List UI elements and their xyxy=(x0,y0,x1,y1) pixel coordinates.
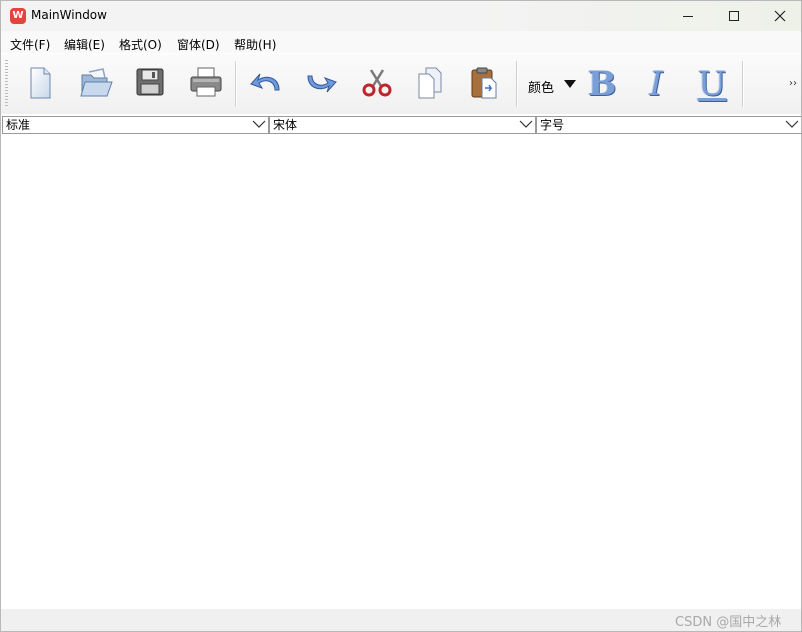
chevron-down-icon xyxy=(252,120,266,128)
close-button[interactable] xyxy=(757,1,801,31)
menu-window[interactable]: 窗体(D) xyxy=(177,36,220,53)
style-combobox[interactable]: 标准 xyxy=(2,116,269,134)
paste-icon xyxy=(471,67,497,99)
underline-button[interactable]: U xyxy=(692,62,732,106)
style-combobox-value: 标准 xyxy=(6,118,31,132)
title-bar[interactable]: W MainWindow xyxy=(1,1,801,31)
toolbar-separator xyxy=(235,61,237,107)
paste-button[interactable] xyxy=(463,60,507,106)
font-size-combobox[interactable]: 字号 xyxy=(536,116,801,134)
font-size-combobox-value: 字号 xyxy=(540,118,565,132)
italic-button[interactable]: I xyxy=(636,62,676,106)
open-folder-button[interactable] xyxy=(73,60,117,106)
close-icon xyxy=(774,10,786,22)
menu-edit[interactable]: 编辑(E) xyxy=(64,36,105,53)
new-file-icon xyxy=(30,67,51,99)
cut-button[interactable] xyxy=(353,60,397,106)
minimize-button[interactable] xyxy=(665,1,711,31)
redo-icon xyxy=(307,75,337,93)
new-file-button[interactable] xyxy=(18,60,62,106)
print-button[interactable] xyxy=(183,60,227,106)
save-disk-icon xyxy=(136,68,164,96)
toolbar-separator xyxy=(516,61,518,107)
chevron-down-icon xyxy=(785,120,799,128)
app-icon: W xyxy=(10,8,26,24)
toolbar-overflow-button[interactable]: ›› xyxy=(789,78,797,89)
color-label[interactable]: 颜色 xyxy=(528,77,554,96)
undo-button[interactable] xyxy=(243,60,287,106)
window-title: MainWindow xyxy=(31,8,107,22)
bold-button[interactable]: B xyxy=(582,62,622,106)
cut-icon xyxy=(362,69,392,97)
print-icon xyxy=(190,67,222,97)
format-combo-row: 标准 宋体 字号 xyxy=(1,114,801,134)
save-button[interactable] xyxy=(128,60,172,106)
menu-file[interactable]: 文件(F) xyxy=(10,36,50,53)
toolbar: 颜色 B I U ›› xyxy=(1,54,801,115)
main-window: W MainWindow 文件(F) 编辑(E) 格式(O) 窗体(D) 帮助(… xyxy=(0,0,802,632)
open-folder-icon xyxy=(80,68,113,97)
menu-bar: 文件(F) 编辑(E) 格式(O) 窗体(D) 帮助(H) xyxy=(1,31,801,53)
toolbar-grip[interactable] xyxy=(5,60,8,108)
chevron-down-icon xyxy=(519,120,533,128)
redo-button[interactable] xyxy=(298,60,342,106)
toolbar-separator xyxy=(742,61,744,107)
undo-icon xyxy=(250,73,280,91)
menu-help[interactable]: 帮助(H) xyxy=(234,36,276,53)
watermark: CSDN @国中之林 xyxy=(675,615,782,630)
font-combobox[interactable]: 宋体 xyxy=(269,116,536,134)
menu-format[interactable]: 格式(O) xyxy=(119,36,162,53)
font-combobox-value: 宋体 xyxy=(273,118,298,132)
copy-icon xyxy=(418,67,442,99)
color-dropdown-arrow-icon[interactable] xyxy=(564,80,576,88)
maximize-button[interactable] xyxy=(711,1,757,31)
mdi-client-area[interactable] xyxy=(1,135,801,609)
copy-button[interactable] xyxy=(408,60,452,106)
